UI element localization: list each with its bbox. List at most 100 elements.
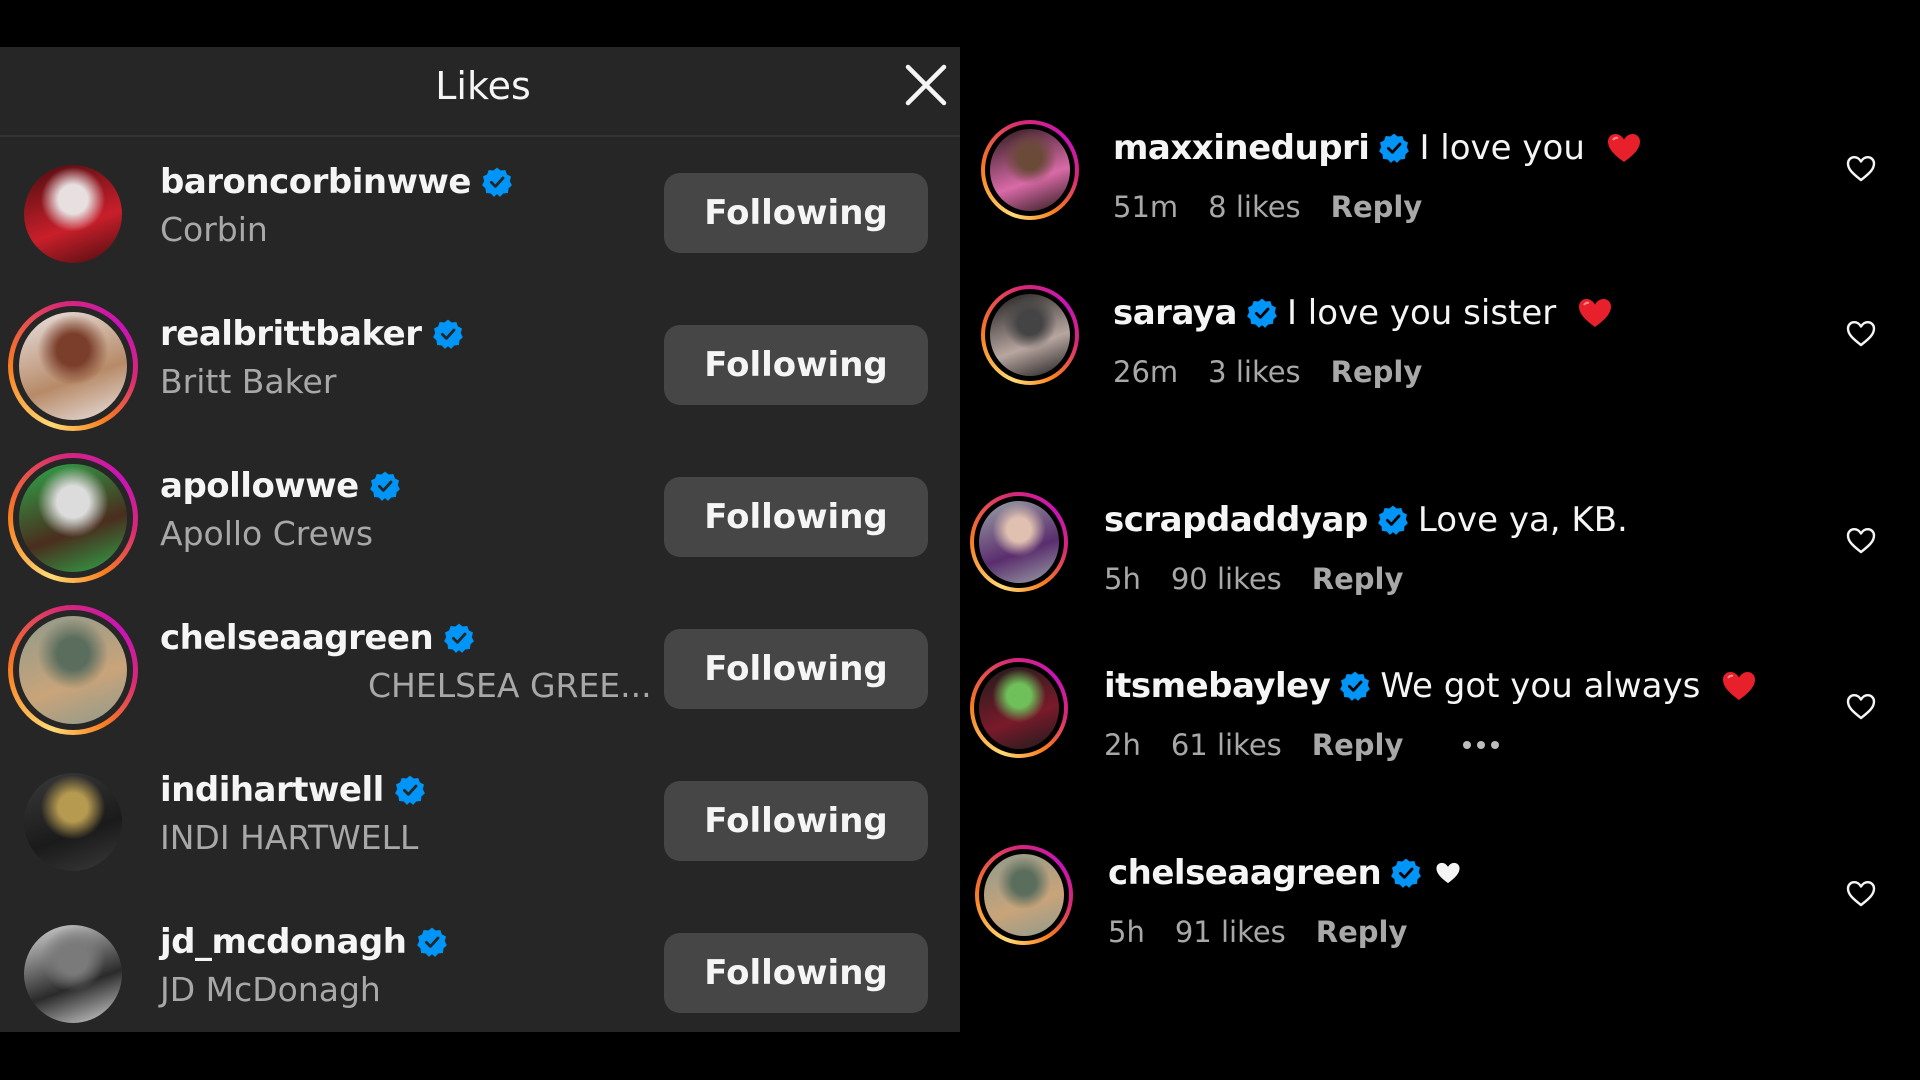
- reply-button[interactable]: Reply: [1316, 915, 1408, 949]
- comment-text: I love you: [1419, 128, 1585, 168]
- avatar-image: [990, 129, 1070, 211]
- following-button[interactable]: Following: [664, 933, 928, 1013]
- close-button[interactable]: [902, 61, 950, 109]
- username-link[interactable]: chelseaagreen: [160, 618, 475, 658]
- verified-badge-icon: [482, 167, 512, 197]
- verified-badge-icon: [1391, 858, 1422, 888]
- comment-item: maxxinedupri I love you 51m 8 likes Repl…: [960, 120, 1920, 250]
- comment-username[interactable]: itsmebayley: [1104, 666, 1331, 706]
- comment-username[interactable]: maxxinedupri: [1113, 128, 1370, 168]
- reply-button[interactable]: Reply: [1312, 728, 1404, 762]
- avatar[interactable]: [981, 120, 1079, 220]
- full-name: Britt Baker: [160, 362, 337, 401]
- verified-badge-icon: [444, 623, 475, 653]
- comment-likes-count[interactable]: 3 likes: [1208, 355, 1301, 389]
- following-button[interactable]: Following: [664, 325, 928, 405]
- comment-item: itsmebayley We got you always 2h 61 like…: [960, 658, 1920, 788]
- full-name: CHELSEA GREE...: [368, 666, 652, 705]
- like-list-item[interactable]: realbrittbaker Britt Baker Following: [0, 290, 960, 442]
- avatar-image: [19, 616, 127, 724]
- verified-badge-icon: [1379, 133, 1410, 163]
- reply-button[interactable]: Reply: [1331, 355, 1423, 389]
- comment-username[interactable]: saraya: [1113, 293, 1237, 333]
- comment-text: Love ya, KB.: [1417, 500, 1628, 540]
- avatar-image: [990, 294, 1070, 376]
- avatar[interactable]: [8, 453, 138, 583]
- username[interactable]: indihartwell: [160, 770, 384, 810]
- comment-username[interactable]: chelseaagreen: [1108, 853, 1382, 893]
- username-link[interactable]: jd_mcdonagh: [160, 922, 448, 962]
- username-link[interactable]: indihartwell: [160, 770, 426, 810]
- comment-time: 2h: [1104, 728, 1141, 762]
- like-list-item[interactable]: apollowwe Apollo Crews Following: [0, 442, 960, 594]
- username[interactable]: realbrittbaker: [160, 314, 422, 354]
- like-heart-icon[interactable]: [1846, 320, 1876, 348]
- username[interactable]: chelseaagreen: [160, 618, 434, 658]
- comment-meta: 51m 8 likes Reply: [1113, 190, 1422, 224]
- comment-item: scrapdaddyap Love ya, KB. 5h 90 likes Re…: [960, 492, 1920, 622]
- comment-likes-count[interactable]: 91 likes: [1175, 915, 1286, 949]
- comment-text: We got you always: [1380, 666, 1701, 706]
- more-options-icon[interactable]: [1463, 741, 1500, 749]
- avatar[interactable]: [18, 919, 128, 1029]
- following-button[interactable]: Following: [664, 477, 928, 557]
- username[interactable]: baroncorbinwwe: [160, 162, 471, 202]
- comment-likes-count[interactable]: 61 likes: [1171, 728, 1282, 762]
- comment-item: chelseaagreen 5h 91 likes Reply: [960, 845, 1920, 975]
- username-link[interactable]: realbrittbaker: [160, 314, 464, 354]
- like-heart-icon[interactable]: [1846, 693, 1876, 721]
- avatar[interactable]: [981, 285, 1079, 385]
- comment-time: 51m: [1113, 190, 1179, 224]
- like-list-item[interactable]: chelseaagreen CHELSEA GREE... Following: [0, 594, 960, 746]
- avatar[interactable]: [975, 845, 1073, 945]
- like-heart-icon[interactable]: [1846, 880, 1876, 908]
- username-link[interactable]: apollowwe: [160, 466, 401, 506]
- avatar[interactable]: [8, 301, 138, 431]
- verified-badge-icon: [369, 471, 400, 501]
- comment-item: saraya I love you sister 26m 3 likes Rep…: [960, 285, 1920, 415]
- like-heart-icon[interactable]: [1846, 527, 1876, 555]
- like-list-item[interactable]: indihartwell INDI HARTWELL Following: [0, 746, 960, 898]
- close-icon: [905, 64, 947, 106]
- avatar-image: [19, 312, 127, 420]
- comment-meta: 2h 61 likes Reply: [1104, 728, 1500, 762]
- comment-username[interactable]: scrapdaddyap: [1104, 500, 1368, 540]
- likes-title: Likes: [435, 64, 531, 108]
- following-button[interactable]: Following: [664, 781, 928, 861]
- like-heart-icon[interactable]: [1846, 155, 1876, 183]
- verified-badge-icon: [1340, 671, 1371, 701]
- verified-badge-icon: [417, 927, 448, 957]
- username[interactable]: jd_mcdonagh: [160, 922, 407, 962]
- verified-badge-icon: [432, 319, 463, 349]
- avatar[interactable]: [970, 492, 1068, 592]
- comment-time: 26m: [1113, 355, 1179, 389]
- full-name: Corbin: [160, 210, 268, 249]
- comment-line: scrapdaddyap Love ya, KB.: [1104, 500, 1628, 540]
- avatar[interactable]: [8, 605, 138, 735]
- avatar[interactable]: [970, 658, 1068, 758]
- full-name: JD McDonagh: [160, 970, 381, 1009]
- following-button[interactable]: Following: [664, 629, 928, 709]
- comment-likes-count[interactable]: 90 likes: [1171, 562, 1282, 596]
- comment-likes-count[interactable]: 8 likes: [1208, 190, 1301, 224]
- red-heart-emoji-icon: [1579, 299, 1612, 327]
- avatar[interactable]: [18, 159, 128, 269]
- red-heart-emoji-icon: [1607, 134, 1640, 162]
- comment-meta: 5h 91 likes Reply: [1108, 915, 1407, 949]
- following-button[interactable]: Following: [664, 173, 928, 253]
- red-heart-emoji-icon: [1723, 672, 1756, 700]
- comment-line: saraya I love you sister: [1113, 293, 1613, 333]
- likes-dialog: Likes baroncorbinwwe Corbin Following re…: [0, 47, 960, 1032]
- reply-button[interactable]: Reply: [1312, 562, 1404, 596]
- avatar[interactable]: [18, 767, 128, 877]
- reply-button[interactable]: Reply: [1331, 190, 1423, 224]
- username-link[interactable]: baroncorbinwwe: [160, 162, 513, 202]
- full-name: INDI HARTWELL: [160, 818, 419, 857]
- username[interactable]: apollowwe: [160, 466, 359, 506]
- like-list-item[interactable]: jd_mcdonagh JD McDonagh Following: [0, 898, 960, 1050]
- like-list-item[interactable]: baroncorbinwwe Corbin Following: [0, 138, 960, 290]
- avatar-image: [24, 925, 122, 1023]
- verified-badge-icon: [1247, 298, 1277, 328]
- comment-meta: 26m 3 likes Reply: [1113, 355, 1422, 389]
- comment-time: 5h: [1104, 562, 1141, 596]
